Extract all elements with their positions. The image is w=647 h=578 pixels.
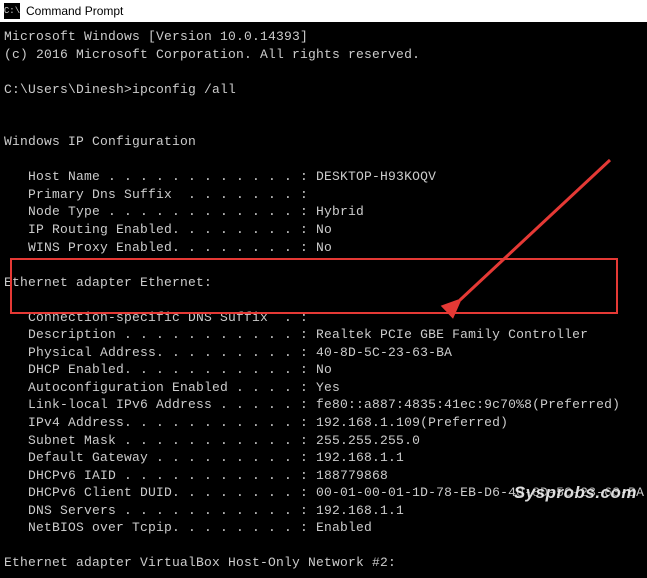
terminal-line: Primary Dns Suffix . . . . . . . : — [4, 186, 643, 204]
terminal-line: IP Routing Enabled. . . . . . . . : No — [4, 221, 643, 239]
terminal-line: Microsoft Windows [Version 10.0.14393] — [4, 28, 643, 46]
terminal-line: Ethernet adapter Ethernet: — [4, 274, 643, 292]
terminal-line: C:\Users\Dinesh>ipconfig /all — [4, 81, 643, 99]
terminal-line: (c) 2016 Microsoft Corporation. All righ… — [4, 46, 643, 64]
terminal-line: Autoconfiguration Enabled . . . . : Yes — [4, 379, 643, 397]
terminal-line — [4, 116, 643, 134]
terminal-line: Subnet Mask . . . . . . . . . . . : 255.… — [4, 432, 643, 450]
terminal-line — [4, 537, 643, 555]
terminal-line: Node Type . . . . . . . . . . . . : Hybr… — [4, 203, 643, 221]
terminal-line: DHCP Enabled. . . . . . . . . . . : No — [4, 361, 643, 379]
terminal-line: Default Gateway . . . . . . . . . : 192.… — [4, 449, 643, 467]
terminal-line: Link-local IPv6 Address . . . . . : fe80… — [4, 396, 643, 414]
watermark-text: Sysprobs.com — [514, 483, 637, 503]
terminal-line: Windows IP Configuration — [4, 133, 643, 151]
terminal-line: DHCPv6 IAID . . . . . . . . . . . : 1887… — [4, 467, 643, 485]
terminal-line: Physical Address. . . . . . . . . : 40-8… — [4, 344, 643, 362]
window-title-bar[interactable]: C:\ Command Prompt — [0, 0, 647, 22]
terminal-line: Host Name . . . . . . . . . . . . : DESK… — [4, 168, 643, 186]
terminal-line — [4, 151, 643, 169]
terminal-line: Connection-specific DNS Suffix . : — [4, 309, 643, 327]
terminal-line: Description . . . . . . . . . . . : Real… — [4, 326, 643, 344]
terminal-line: Ethernet adapter VirtualBox Host-Only Ne… — [4, 554, 643, 572]
terminal-line — [4, 256, 643, 274]
terminal-line — [4, 63, 643, 81]
terminal-line: WINS Proxy Enabled. . . . . . . . : No — [4, 239, 643, 257]
terminal-line — [4, 291, 643, 309]
terminal-line — [4, 98, 643, 116]
terminal-line: IPv4 Address. . . . . . . . . . . : 192.… — [4, 414, 643, 432]
window-title: Command Prompt — [26, 4, 123, 18]
terminal-line: NetBIOS over Tcpip. . . . . . . . : Enab… — [4, 519, 643, 537]
cmd-icon: C:\ — [4, 3, 20, 19]
